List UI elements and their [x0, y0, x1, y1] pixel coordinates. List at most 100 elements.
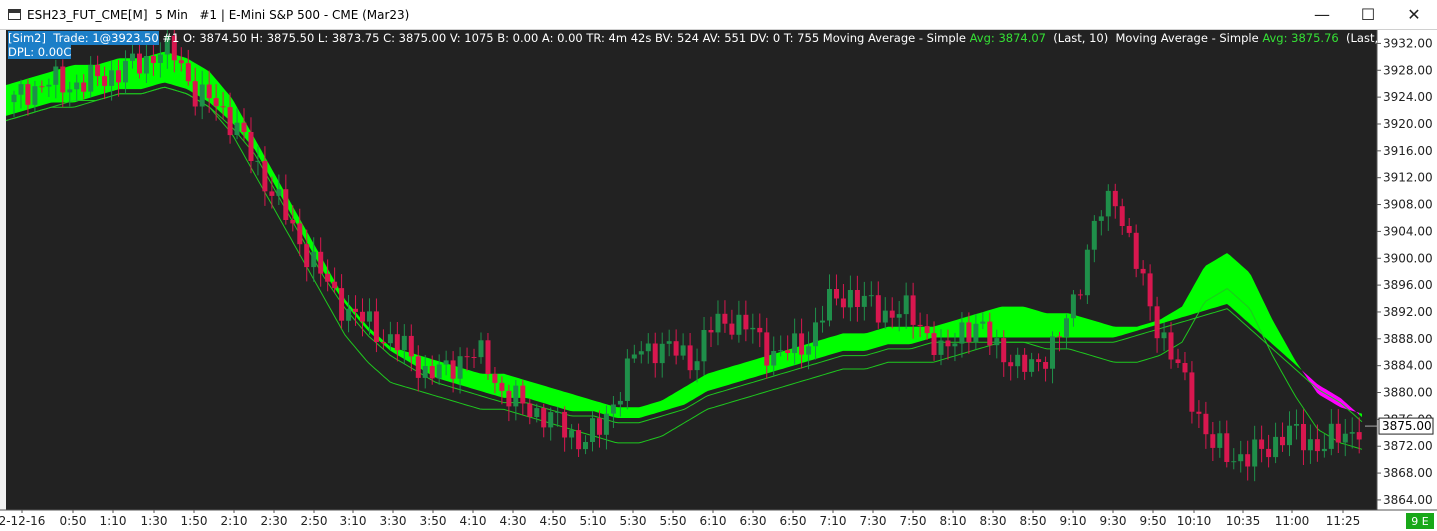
candle-body: [597, 418, 602, 435]
candle-body: [659, 343, 665, 364]
candle-body: [1126, 226, 1132, 233]
candle-body: [192, 81, 198, 107]
y-tick-label: 3916.00: [1383, 144, 1433, 158]
candle-body: [1259, 439, 1265, 449]
y-tick-label: 3924.00: [1383, 90, 1433, 104]
candle-body: [527, 403, 533, 417]
close-button[interactable]: ✕: [1391, 0, 1437, 30]
x-tick-label: 11:25: [1326, 514, 1361, 528]
candle-body: [380, 342, 386, 344]
candle-body: [610, 404, 616, 414]
candle-body: [429, 366, 435, 379]
candle-body: [1070, 294, 1076, 319]
candle-body: [945, 340, 951, 347]
candle-body: [269, 191, 275, 196]
candle-body: [1022, 354, 1028, 372]
candle-body: [827, 289, 832, 321]
candle-body: [1001, 338, 1007, 363]
dpl-label: DPL: 0.00C: [8, 45, 72, 59]
x-tick-label: 5:10: [580, 514, 607, 528]
candle-body: [353, 308, 358, 312]
y-tick-label: 3900.00: [1383, 251, 1433, 265]
ma2-value: Avg: 3875.76: [1262, 31, 1339, 45]
candle-body: [1015, 354, 1021, 367]
x-tick-label: 5:30: [620, 514, 647, 528]
candle-body: [966, 322, 972, 343]
candle-body: [1252, 439, 1258, 467]
candle-body: [1266, 448, 1272, 458]
candle-body: [394, 334, 400, 351]
candle-body: [652, 343, 658, 364]
candle-body: [729, 323, 735, 335]
candle-body: [931, 333, 937, 355]
candle-body: [1168, 332, 1174, 360]
candle-body: [806, 346, 812, 355]
candle-body: [868, 295, 874, 297]
x-tick-label: 10:35: [1226, 514, 1261, 528]
candle-body: [367, 311, 372, 322]
candle-body: [903, 295, 909, 315]
candle-body: [53, 66, 59, 85]
candle-body: [457, 356, 463, 379]
candle-body: [1140, 268, 1146, 274]
candle-body: [820, 320, 825, 323]
candle-body: [701, 330, 707, 362]
candle-body: [889, 310, 895, 318]
chart-area[interactable]: 3932.00 3928.00 3924.00 3920.00 3916.00 3912.…: [0, 30, 1437, 531]
candle-body: [736, 314, 742, 335]
candle-body: [262, 160, 268, 192]
candle-body: [415, 356, 421, 378]
x-tick-label: 1:10: [100, 514, 127, 528]
x-tick-label: 3:50: [420, 514, 447, 528]
candle-body: [541, 408, 547, 428]
candle-body: [471, 357, 477, 358]
candle-body: [1217, 433, 1223, 448]
y-tick-label: 3912.00: [1383, 171, 1433, 185]
candle-body: [687, 345, 693, 371]
ma1-value: Avg: 3874.07: [969, 31, 1046, 45]
candle-body: [1147, 273, 1153, 307]
candle-body: [834, 289, 839, 299]
candle-body: [1301, 424, 1306, 451]
y-tick-label: 3928.00: [1383, 63, 1433, 77]
candle-body: [1161, 332, 1167, 339]
x-tick-label: 4:30: [500, 514, 527, 528]
account-trade-label[interactable]: [Sim2] Trade: 1@3923.50: [8, 31, 159, 45]
y-tick-label: 3884.00: [1383, 359, 1433, 373]
price-chart[interactable]: 3932.00 3928.00 3924.00 3920.00 3916.00 3912.…: [0, 30, 1437, 531]
candle-body: [1342, 433, 1348, 443]
minimize-button[interactable]: —: [1299, 0, 1345, 30]
candle-body: [373, 311, 379, 342]
candle-body: [1307, 439, 1313, 451]
candle-body: [882, 310, 888, 323]
candle-body: [137, 53, 142, 74]
maximize-button[interactable]: ☐: [1345, 0, 1391, 30]
candle-body: [813, 322, 818, 347]
x-tick-label: 11:00: [1275, 514, 1310, 528]
candle-body: [743, 314, 749, 330]
candle-body: [840, 298, 846, 308]
candle-body: [861, 295, 867, 307]
candle-body: [116, 70, 121, 83]
candle-body: [450, 360, 456, 379]
x-tick-label: 1:50: [181, 514, 208, 528]
x-tick-label: 6:10: [700, 514, 727, 528]
x-tick-label: 2:30: [261, 514, 288, 528]
candle-body: [910, 295, 916, 325]
candle-body: [290, 220, 296, 224]
y-tick-label: 3872.00: [1383, 439, 1433, 453]
candle-body: [973, 323, 979, 343]
candle-body: [562, 411, 568, 438]
candle-body: [1133, 232, 1139, 269]
candle-body: [994, 338, 1000, 346]
candle-body: [924, 326, 930, 334]
candle-body: [499, 382, 505, 391]
candle-body: [123, 60, 128, 83]
candle-body: [1154, 306, 1160, 339]
candle-body: [143, 56, 149, 74]
candle-body: [109, 70, 115, 86]
ma2-params: (Last,: [1338, 31, 1379, 45]
candle-body: [645, 343, 651, 352]
candle-body: [46, 84, 52, 87]
candle-body: [213, 98, 219, 107]
